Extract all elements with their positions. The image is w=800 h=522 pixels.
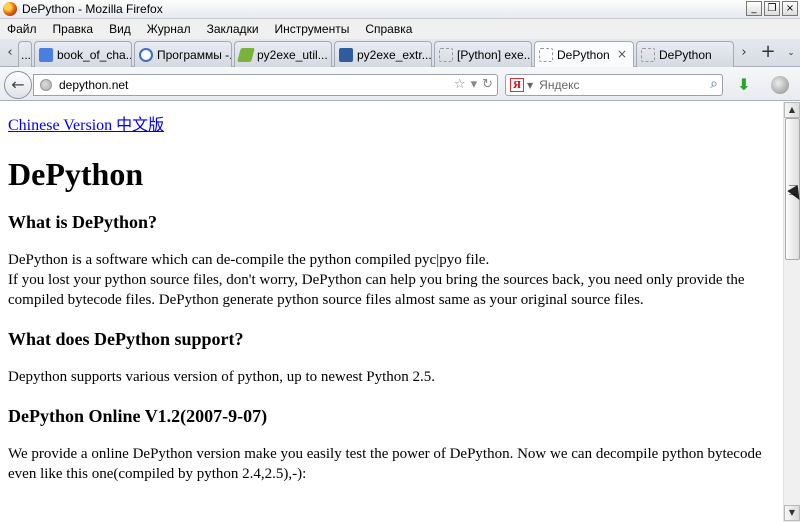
- menu-file[interactable]: Файл: [2, 22, 42, 36]
- tab-0[interactable]: ...: [18, 41, 32, 67]
- menu-tools[interactable]: Инструменты: [270, 22, 355, 36]
- address-bar[interactable]: depython.net ☆ ▾ ↻: [33, 74, 498, 96]
- menu-help[interactable]: Справка: [360, 22, 417, 36]
- window-controls: _ ❐ ×: [746, 1, 798, 16]
- tab-label: Программы -...: [157, 47, 231, 62]
- minimize-button[interactable]: _: [746, 1, 762, 16]
- tab-label: DePython: [557, 48, 610, 62]
- tab-py2exe-extr[interactable]: py2exe_extr...: [334, 41, 432, 67]
- leaf-icon: [237, 47, 255, 62]
- python-icon: [339, 47, 353, 62]
- blank-page-icon: [539, 48, 553, 62]
- blank-page-icon: [641, 47, 655, 62]
- history-dropdown-icon[interactable]: ▾: [471, 76, 478, 94]
- firefox-logo-icon: [3, 2, 17, 16]
- close-tab-icon[interactable]: ×: [617, 47, 627, 61]
- menu-bookmarks[interactable]: Закладки: [202, 22, 264, 36]
- tab-label: ...: [21, 47, 31, 62]
- tab-scroll-left-button[interactable]: ‹: [3, 43, 17, 63]
- tab-programs[interactable]: Программы -...: [134, 41, 232, 67]
- tab-book-of-cha[interactable]: book_of_cha...: [34, 41, 132, 67]
- tab-scroll-right-button[interactable]: ›: [737, 43, 751, 63]
- list-all-tabs-button[interactable]: ⌄: [784, 43, 798, 63]
- program-icon: [139, 47, 153, 62]
- new-tab-button[interactable]: +: [759, 42, 777, 62]
- section-paragraph: Depython supports various version of pyt…: [8, 369, 436, 385]
- window-title: DePython - Mozilla Firefox: [22, 2, 163, 16]
- menu-edit[interactable]: Правка: [48, 22, 99, 36]
- tab-label: DePython: [659, 47, 712, 62]
- addon-globe-icon[interactable]: [771, 76, 789, 94]
- menu-history[interactable]: Журнал: [142, 22, 196, 36]
- back-button[interactable]: ←: [4, 71, 32, 99]
- yandex-logo-icon[interactable]: Я: [510, 78, 524, 92]
- section-heading-what-is: What is DePython?: [8, 212, 158, 232]
- tab-strip: ‹ ... book_of_cha... Программы -... py2e…: [0, 39, 800, 68]
- tab-python-exe[interactable]: [Python] exe...: [434, 41, 532, 67]
- menu-bar: Файл Правка Вид Журнал Закладки Инструме…: [0, 19, 800, 39]
- tab-label: book_of_cha...: [57, 47, 131, 62]
- scroll-up-button[interactable]: ▲: [784, 102, 800, 118]
- page-title: DePython: [8, 156, 144, 192]
- tab-depython[interactable]: DePython: [636, 41, 734, 67]
- globe-icon: [40, 79, 52, 91]
- page-viewport: Chinese Version 中文版 DePython What is DeP…: [0, 102, 783, 522]
- section-heading-support: What does DePython support?: [8, 329, 244, 349]
- close-window-button[interactable]: ×: [782, 1, 798, 16]
- url-text[interactable]: depython.net: [59, 78, 128, 92]
- restore-button[interactable]: ❐: [764, 1, 780, 16]
- menu-view[interactable]: Вид: [104, 22, 136, 36]
- paragraph-line: If you lost your python source files, do…: [8, 272, 745, 308]
- vertical-scrollbar[interactable]: ▲ ▼: [783, 102, 800, 522]
- paragraph-line: DePython is a software which can de-comp…: [8, 252, 490, 268]
- blank-page-icon: [439, 47, 453, 62]
- title-bar: DePython - Mozilla Firefox _ ❐ ×: [0, 0, 800, 19]
- bookmark-star-icon[interactable]: ☆: [454, 76, 466, 94]
- tab-py2exe-util[interactable]: py2exe_util...: [234, 41, 332, 67]
- section-paragraph: We provide a online DePython version mak…: [8, 446, 762, 482]
- search-engine-caret-icon[interactable]: ▼: [527, 81, 533, 90]
- chinese-version-link[interactable]: Chinese Version 中文版: [8, 111, 164, 135]
- tab-label: py2exe_util...: [257, 47, 328, 62]
- tab-label: py2exe_extr...: [357, 47, 431, 62]
- page-content: Chinese Version 中文版 DePython What is DeP…: [0, 102, 783, 484]
- section-paragraph: DePython is a software which can de-comp…: [8, 250, 775, 310]
- navigation-bar: ← depython.net ☆ ▾ ↻ Я ▼ ⌕ ⬇: [0, 67, 800, 101]
- tab-label: [Python] exe...: [457, 47, 531, 62]
- search-icon[interactable]: ⌕: [710, 76, 718, 92]
- tab-depython-active[interactable]: DePython ×: [534, 41, 634, 68]
- scroll-down-button[interactable]: ▼: [784, 505, 800, 521]
- google-icon: [39, 47, 53, 62]
- search-bar[interactable]: Я ▼ ⌕: [505, 74, 723, 96]
- search-input[interactable]: [539, 78, 700, 92]
- reload-icon[interactable]: ↻: [482, 76, 493, 94]
- section-heading-online: DePython Online V1.2(2007-9-07): [8, 406, 268, 426]
- download-arrow-icon[interactable]: ⬇: [735, 76, 753, 94]
